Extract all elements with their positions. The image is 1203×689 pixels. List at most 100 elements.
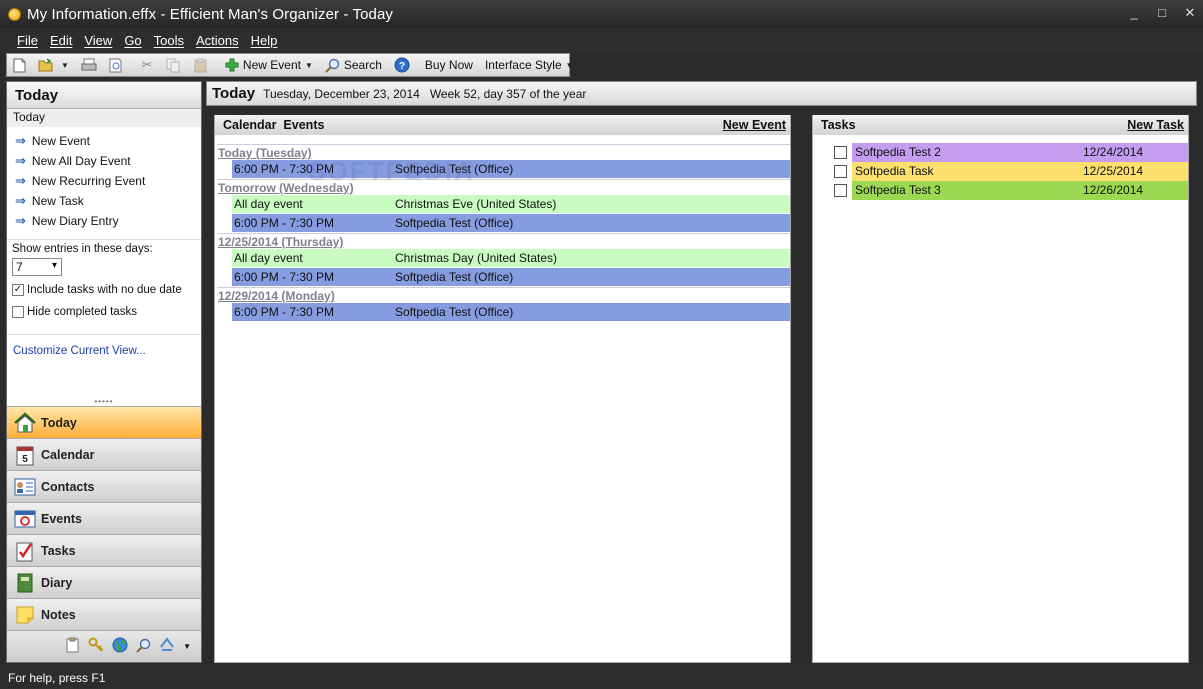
task-bar: Softpedia Test 3 12/26/2014 bbox=[852, 181, 1188, 200]
sync-icon[interactable] bbox=[159, 637, 175, 656]
action-new-recurring-event[interactable]: ⇒ New Recurring Event bbox=[15, 171, 201, 191]
action-new-diary-entry[interactable]: ⇒ New Diary Entry bbox=[15, 211, 201, 231]
event-row[interactable]: 6:00 PM - 7:30 PM Softpedia Test (Office… bbox=[232, 268, 790, 287]
event-time: 6:00 PM - 7:30 PM bbox=[234, 162, 335, 176]
hide-completed-row[interactable]: Hide completed tasks bbox=[12, 301, 196, 323]
date-info: Tuesday, December 23, 2014 Week 52, day … bbox=[263, 86, 587, 101]
print-preview-button[interactable] bbox=[104, 54, 131, 76]
new-event-label: New Event bbox=[242, 58, 301, 72]
task-row[interactable]: Softpedia Task 12/25/2014 bbox=[813, 162, 1188, 181]
open-file-button[interactable]: ▼ bbox=[34, 54, 73, 76]
task-checkbox[interactable] bbox=[834, 146, 847, 159]
task-name: Softpedia Test 3 bbox=[855, 183, 941, 197]
action-list: ⇒ New Event ⇒ New All Day Event ⇒ New Recur… bbox=[7, 127, 201, 231]
new-task-link[interactable]: New Task bbox=[1127, 118, 1184, 132]
task-row[interactable]: Softpedia Test 3 12/26/2014 bbox=[813, 181, 1188, 200]
task-bar: Softpedia Test 2 12/24/2014 bbox=[852, 143, 1188, 162]
nav-label: Notes bbox=[41, 607, 76, 622]
contacts-icon bbox=[13, 475, 37, 499]
nav-notes[interactable]: Notes bbox=[7, 598, 201, 630]
nav-events[interactable]: Events bbox=[7, 502, 201, 534]
globe-icon[interactable] bbox=[112, 637, 128, 656]
nav-buttons: Today 5 Calendar Contacts Events Tasks D… bbox=[7, 406, 201, 630]
toolbar: ▼ ✂ New Event ▼ Search ? Buy Now Interfa… bbox=[6, 53, 574, 77]
print-button[interactable] bbox=[77, 54, 104, 76]
search-icon[interactable] bbox=[136, 638, 151, 656]
nav-calendar[interactable]: 5 Calendar bbox=[7, 438, 201, 470]
chevron-down-icon[interactable]: ▼ bbox=[183, 642, 191, 651]
menu-actions[interactable]: Actions bbox=[196, 33, 239, 48]
menu-view[interactable]: View bbox=[84, 33, 112, 48]
include-no-due-checkbox[interactable]: ✓ bbox=[12, 284, 24, 296]
buy-now-button[interactable]: Buy Now bbox=[421, 54, 477, 76]
action-label: New Task bbox=[31, 194, 84, 208]
paste-button[interactable] bbox=[189, 54, 216, 76]
day-header[interactable]: Today (Tuesday) bbox=[217, 144, 790, 160]
event-title: Softpedia Test (Office) bbox=[395, 216, 514, 230]
event-title: Christmas Eve (United States) bbox=[395, 197, 557, 211]
show-days-label: Show entries in these days: bbox=[12, 243, 153, 255]
divider bbox=[7, 334, 201, 335]
menu-bar: File Edit View Go Tools Actions Help bbox=[0, 28, 1203, 52]
event-row[interactable]: All day event Christmas Day (United Stat… bbox=[232, 249, 790, 268]
window-title: My Information.effx - Efficient Man's Or… bbox=[27, 5, 394, 23]
menu-edit[interactable]: Edit bbox=[50, 33, 72, 48]
calendar-event-list: Today (Tuesday) 6:00 PM - 7:30 PM Softpe… bbox=[217, 144, 790, 322]
action-new-event[interactable]: ⇒ New Event bbox=[15, 131, 201, 151]
help-button[interactable]: ? bbox=[390, 54, 417, 76]
customize-view-link[interactable]: Customize Current View... bbox=[7, 341, 201, 361]
day-header[interactable]: Tomorrow (Wednesday) bbox=[217, 179, 790, 195]
days-select[interactable]: 7 bbox=[12, 258, 62, 276]
clipboard-icon[interactable] bbox=[65, 637, 80, 656]
splitter-grip[interactable]: ••••• bbox=[7, 398, 201, 406]
help-icon: ? bbox=[394, 57, 410, 73]
task-checkbox[interactable] bbox=[834, 165, 847, 178]
title-bar: My Information.effx - Efficient Man's Or… bbox=[0, 0, 1203, 28]
left-panel-subtitle: Today bbox=[7, 109, 201, 127]
event-row[interactable]: 6:00 PM - 7:30 PM Softpedia Test (Office… bbox=[232, 214, 790, 233]
day-header[interactable]: 12/25/2014 (Thursday) bbox=[217, 233, 790, 249]
cut-button[interactable]: ✂ bbox=[135, 54, 162, 76]
close-button[interactable]: ✕ bbox=[1183, 5, 1197, 21]
menu-file[interactable]: File bbox=[17, 33, 38, 48]
new-event-button[interactable]: New Event ▼ bbox=[220, 54, 317, 76]
house-icon bbox=[13, 411, 37, 435]
nav-tasks[interactable]: Tasks bbox=[7, 534, 201, 566]
task-date: 12/25/2014 bbox=[1083, 164, 1144, 178]
new-file-button[interactable] bbox=[7, 54, 34, 76]
task-checkbox[interactable] bbox=[834, 184, 847, 197]
key-icon[interactable] bbox=[88, 637, 104, 656]
maximize-button[interactable]: □ bbox=[1155, 5, 1169, 21]
menu-go[interactable]: Go bbox=[124, 33, 141, 48]
event-time: 6:00 PM - 7:30 PM bbox=[234, 216, 335, 230]
day-header[interactable]: 12/29/2014 (Monday) bbox=[217, 287, 790, 303]
window-controls: _ □ ✕ bbox=[1127, 5, 1197, 21]
event-row[interactable]: 6:00 PM - 7:30 PM Softpedia Test (Office… bbox=[232, 303, 790, 322]
include-no-due-label: Include tasks with no due date bbox=[27, 284, 182, 296]
menu-help[interactable]: Help bbox=[251, 33, 278, 48]
task-date: 12/24/2014 bbox=[1083, 145, 1144, 159]
new-event-link[interactable]: New Event bbox=[723, 118, 786, 132]
search-button[interactable]: Search bbox=[321, 54, 386, 76]
nav-today[interactable]: Today bbox=[7, 406, 201, 438]
nav-shortcut-bar: ▼ bbox=[7, 630, 201, 662]
minimize-button[interactable]: _ bbox=[1127, 5, 1141, 21]
event-row[interactable]: All day event Christmas Eve (United Stat… bbox=[232, 195, 790, 214]
hide-completed-checkbox[interactable] bbox=[12, 306, 24, 318]
arrow-right-icon: ⇒ bbox=[15, 173, 26, 188]
nav-contacts[interactable]: Contacts bbox=[7, 470, 201, 502]
copy-icon bbox=[166, 57, 182, 73]
action-label: New Recurring Event bbox=[31, 174, 146, 188]
action-new-all-day-event[interactable]: ⇒ New All Day Event bbox=[15, 151, 201, 171]
menu-tools[interactable]: Tools bbox=[154, 33, 184, 48]
nav-diary[interactable]: Diary bbox=[7, 566, 201, 598]
include-no-due-row[interactable]: ✓ Include tasks with no due date bbox=[12, 279, 196, 301]
action-label: New All Day Event bbox=[31, 154, 131, 168]
event-row[interactable]: 6:00 PM - 7:30 PM Softpedia Test (Office… bbox=[232, 160, 790, 179]
task-row[interactable]: Softpedia Test 2 12/24/2014 bbox=[813, 143, 1188, 162]
action-new-task[interactable]: ⇒ New Task bbox=[15, 191, 201, 211]
copy-button[interactable] bbox=[162, 54, 189, 76]
svg-text:?: ? bbox=[399, 61, 405, 72]
interface-style-button[interactable]: Interface Style ▼ bbox=[481, 54, 578, 76]
arrow-right-icon: ⇒ bbox=[15, 193, 26, 208]
